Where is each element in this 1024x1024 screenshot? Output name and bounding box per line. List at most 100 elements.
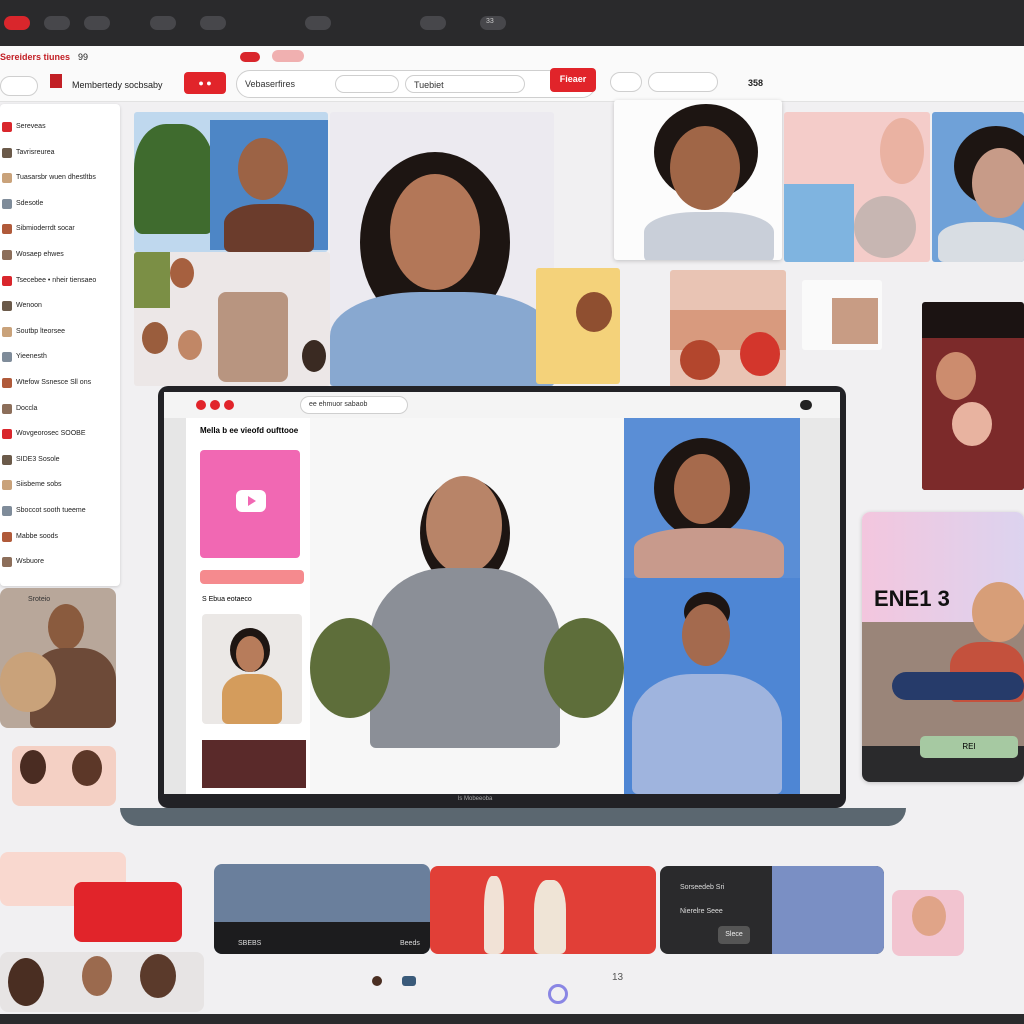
figure-body bbox=[224, 204, 314, 252]
leaf-shape bbox=[134, 252, 170, 308]
bottom-video-2[interactable] bbox=[430, 866, 656, 954]
sidebar-item[interactable]: Wovgeorosec SOOBE bbox=[0, 425, 120, 445]
small-avatar-icon[interactable] bbox=[372, 976, 382, 986]
plant-shape bbox=[134, 124, 214, 234]
sidebar-item[interactable]: Tsecebee • nheir tiensaeo bbox=[0, 272, 120, 292]
laptop-panel: Mella b ee vieofd oufttooe S Ebua eotaec… bbox=[186, 418, 310, 794]
sidebar-item[interactable]: Wosaep ehwes bbox=[0, 246, 120, 266]
sidebar-item[interactable]: Sereveas bbox=[0, 118, 120, 138]
avatar[interactable] bbox=[610, 72, 642, 92]
address-bar[interactable]: ee ehmuor sabaob bbox=[300, 396, 408, 414]
right-video-thumb[interactable] bbox=[922, 302, 1024, 490]
product-tile[interactable] bbox=[802, 280, 882, 350]
video-player[interactable] bbox=[310, 418, 624, 794]
sidebar-item-label: Wenoon bbox=[16, 302, 42, 310]
right-promo-card[interactable]: ENE1 3 REI bbox=[862, 512, 1024, 782]
yellow-card[interactable] bbox=[536, 268, 620, 384]
card-face bbox=[72, 750, 102, 786]
recent-video[interactable] bbox=[202, 740, 306, 788]
record-button[interactable]: ● ● bbox=[184, 72, 226, 94]
close-icon[interactable] bbox=[196, 400, 206, 410]
bottom-avatar-card[interactable] bbox=[892, 890, 964, 956]
sidebar-item[interactable]: Sdesotle bbox=[0, 195, 120, 215]
figure-head bbox=[238, 138, 288, 200]
search-pill-label: Vebaserfires bbox=[245, 79, 296, 89]
os-bar-label: 33 bbox=[486, 18, 494, 25]
record-indicator-icon bbox=[4, 16, 30, 30]
left-video-card[interactable]: Sroteio bbox=[0, 588, 116, 728]
laptop-side-rail bbox=[164, 418, 186, 794]
play-icon[interactable] bbox=[236, 490, 266, 512]
stack-video-top[interactable] bbox=[624, 418, 800, 578]
loading-icon bbox=[548, 984, 568, 1004]
sidebar-item-icon bbox=[2, 275, 12, 286]
main-hero-image[interactable] bbox=[330, 112, 554, 386]
sidebar-item[interactable]: Siisbeme sobs bbox=[0, 476, 120, 496]
fern-left bbox=[310, 618, 390, 718]
sidebar-item-icon bbox=[2, 198, 12, 209]
product-box bbox=[832, 298, 878, 344]
left-thumb-card[interactable] bbox=[12, 746, 116, 806]
video-label-left: SBEBS bbox=[238, 940, 262, 947]
player-sweater bbox=[370, 568, 560, 748]
sidebar-item[interactable]: Wenoon bbox=[0, 297, 120, 317]
folder-icon[interactable] bbox=[200, 16, 226, 30]
profile-icon[interactable] bbox=[800, 400, 812, 410]
thumb-face bbox=[178, 330, 202, 360]
collage-tile-blue[interactable] bbox=[932, 112, 1024, 262]
tools-pill[interactable] bbox=[648, 72, 718, 92]
app-icon[interactable] bbox=[44, 16, 70, 30]
sidebar-item[interactable]: Wsbuore bbox=[0, 553, 120, 573]
sidebar-item[interactable]: Tuasarsbr wuen dhestltbs bbox=[0, 169, 120, 189]
tab-membership[interactable]: Membertedy socbsaby bbox=[72, 80, 163, 90]
sidebar-item[interactable]: SIDE3 Sosole bbox=[0, 451, 120, 471]
collage-tile-desert[interactable] bbox=[670, 270, 786, 388]
promo-face bbox=[972, 582, 1024, 642]
video-thumbnail[interactable] bbox=[200, 450, 300, 558]
laptop-brand: ls Mobeeoba bbox=[458, 796, 493, 802]
collage-tile-plant[interactable] bbox=[134, 112, 328, 252]
sidebar-item[interactable]: Sboccot sooth tueeme bbox=[0, 502, 120, 522]
notification-pill[interactable] bbox=[272, 50, 304, 62]
sidebar-item[interactable]: Sibmioderrdt socar bbox=[0, 220, 120, 240]
bottom-video-3[interactable]: Sorseedeb Sri Nierelre Seee Slece bbox=[660, 866, 884, 954]
sidebar-item-icon bbox=[2, 429, 12, 440]
sidebar-item-icon bbox=[2, 378, 12, 388]
bottom-video-1[interactable]: SBEBS Beeds bbox=[214, 864, 430, 954]
collage-tile-pink[interactable] bbox=[784, 112, 930, 262]
sidebar-item[interactable]: Yieenesth bbox=[0, 348, 120, 368]
search-input[interactable]: Tuebiet bbox=[405, 75, 525, 93]
stack-video-bottom[interactable] bbox=[624, 578, 800, 794]
sidebar-item[interactable]: Doccla bbox=[0, 400, 120, 420]
window-icon[interactable] bbox=[305, 16, 331, 30]
bottom-thumbs[interactable] bbox=[0, 952, 204, 1012]
menu-button[interactable] bbox=[0, 76, 38, 96]
sidebar-item[interactable]: Soutbp lteorsee bbox=[0, 323, 120, 343]
sidebar-item-label: Mabbe soods bbox=[16, 532, 59, 540]
blue-block bbox=[784, 184, 854, 262]
promo-button[interactable]: REI bbox=[920, 736, 1018, 758]
fern-right bbox=[544, 618, 624, 718]
minimize-icon[interactable] bbox=[210, 400, 220, 410]
grid-icon[interactable] bbox=[150, 16, 176, 30]
collage-tile-group[interactable] bbox=[134, 252, 330, 386]
primary-button[interactable]: Fieaer bbox=[550, 68, 596, 92]
portrait-card[interactable] bbox=[614, 100, 782, 260]
sidebar-item[interactable]: Wtefow Ssnesce Sll ons bbox=[0, 374, 120, 394]
red-thumbnail[interactable] bbox=[74, 882, 182, 942]
maximize-icon[interactable] bbox=[224, 400, 234, 410]
camera-icon[interactable] bbox=[84, 16, 110, 30]
hero-face bbox=[390, 174, 480, 290]
cart-icon[interactable] bbox=[402, 976, 416, 986]
search-icon[interactable] bbox=[420, 16, 446, 30]
upload-progress-bar[interactable] bbox=[200, 570, 304, 584]
filter-pill[interactable] bbox=[335, 75, 399, 93]
sidebar-item-icon bbox=[2, 301, 12, 312]
brand-name[interactable]: Sereiders tiunes bbox=[0, 52, 70, 62]
sidebar-item[interactable]: Tavrisreurea bbox=[0, 144, 120, 164]
stack-body bbox=[634, 528, 784, 578]
suggested-video[interactable] bbox=[202, 614, 302, 724]
sidebar-item[interactable]: Mabbe soods bbox=[0, 528, 120, 548]
sidebar-item-label: Wtefow Ssnesce Sll ons bbox=[16, 379, 92, 386]
dark-card-button[interactable]: Slece bbox=[718, 926, 750, 944]
